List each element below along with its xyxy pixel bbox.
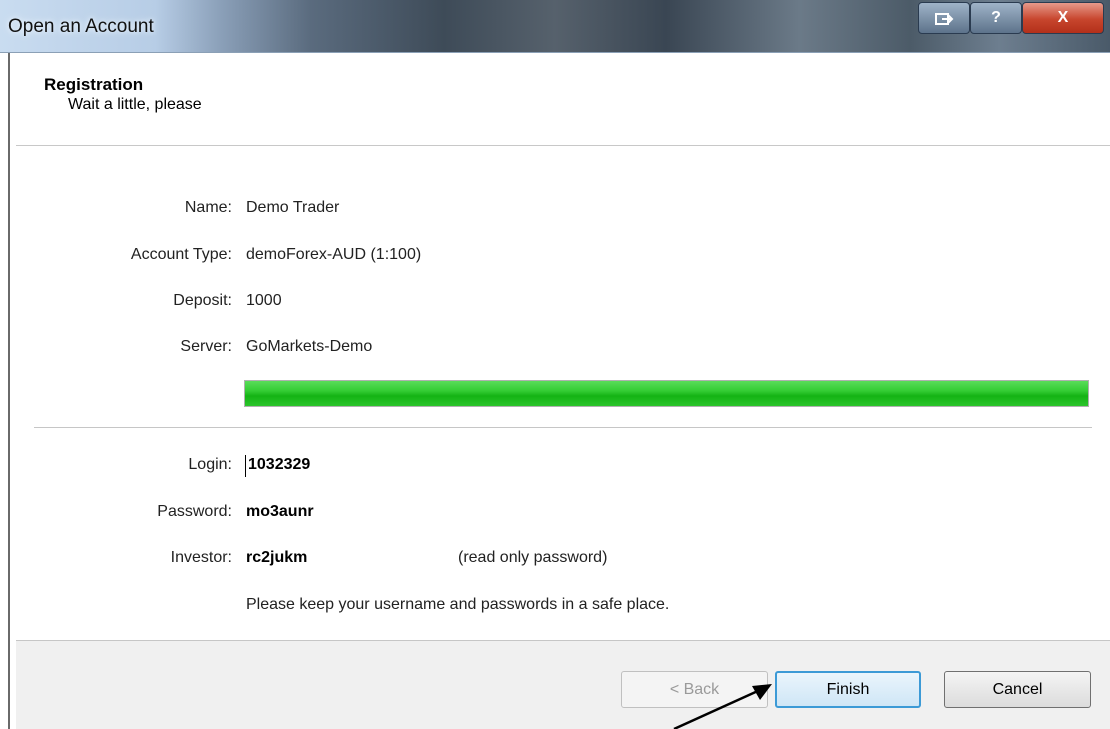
window-border — [8, 53, 10, 729]
title-bar[interactable]: Open an Account ? X — [0, 0, 1110, 53]
account-type-label: Account Type: — [130, 246, 232, 263]
account-type-value: demoForex-AUD (1:100) — [246, 246, 422, 263]
investor-note: (read only password) — [458, 549, 608, 566]
back-button[interactable]: < Back — [621, 671, 768, 708]
finish-button[interactable]: Finish — [775, 671, 921, 708]
help-icon: ? — [991, 9, 1001, 26]
close-icon: X — [1057, 9, 1069, 26]
finish-button-label: Finish — [826, 680, 870, 698]
window-title: Open an Account — [8, 16, 154, 37]
deposit-label: Deposit: — [173, 292, 232, 309]
open-account-dialog: Open an Account ? X Registration Wait a … — [0, 0, 1110, 729]
restore-button[interactable] — [918, 2, 970, 34]
help-button[interactable]: ? — [970, 2, 1022, 34]
progress-fill — [245, 381, 1088, 406]
registration-progress-bar — [244, 380, 1089, 407]
deposit-value: 1000 — [246, 292, 282, 309]
server-value: GoMarkets-Demo — [246, 338, 373, 355]
header-title: Registration — [44, 75, 144, 94]
close-button[interactable]: X — [1022, 2, 1104, 34]
login-label: Login: — [188, 456, 232, 473]
cancel-button[interactable]: Cancel — [944, 671, 1091, 708]
back-button-label: < Back — [669, 680, 720, 698]
section-divider — [34, 427, 1092, 428]
header-subtitle: Wait a little, please — [68, 96, 202, 113]
password-label: Password: — [157, 503, 232, 520]
text-caret — [245, 455, 246, 477]
investor-label: Investor: — [170, 549, 232, 566]
safety-note: Please keep your username and passwords … — [246, 596, 670, 613]
investor-value[interactable]: rc2jukm — [246, 549, 307, 567]
restore-icon — [935, 13, 954, 25]
login-value[interactable]: 1032329 — [248, 456, 310, 474]
password-value[interactable]: mo3aunr — [246, 503, 314, 521]
name-label: Name: — [184, 199, 232, 216]
name-value: Demo Trader — [246, 199, 340, 216]
wizard-header: Registration Wait a little, please — [16, 53, 1110, 146]
cancel-button-label: Cancel — [992, 680, 1043, 698]
server-label: Server: — [180, 338, 232, 355]
